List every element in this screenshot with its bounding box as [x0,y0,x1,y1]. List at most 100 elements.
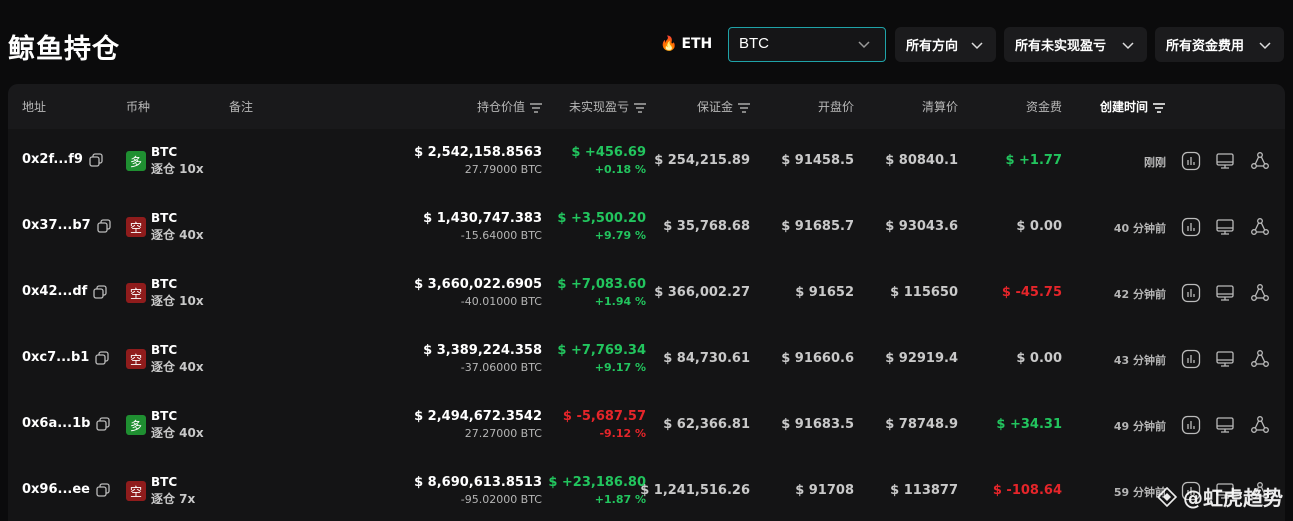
pnl-value: $ +7,769.34 [557,343,646,358]
eth-tab[interactable]: 🔥 ETH [660,36,712,52]
col-margin[interactable]: 保证金 [697,98,750,115]
leverage-text: 逐仓 40x [151,228,204,242]
copy-icon[interactable] [89,152,103,167]
table-row: 0x2f...f9 多 BTC 逐仓 10x $ 2,542,158.8563 27.79… [8,129,1285,195]
leverage-text: 逐仓 40x [151,426,204,440]
created-time: 49 分钟前 [1113,420,1166,433]
margin-value: $ 84,730.61 [663,351,750,366]
table-row: 0x37...b7 空 BTC 逐仓 40x $ 1,430,747.383 -15.64… [8,195,1285,261]
coin-name: BTC [151,211,178,225]
pnl-value: $ -5,687.57 [562,409,646,424]
pnl-value: $ +23,186.80 [548,475,646,490]
copy-icon[interactable] [97,218,111,233]
leverage-text: 逐仓 10x [151,162,204,176]
address-cell[interactable]: 0x2f...f9 [22,152,103,167]
sort-icon [738,102,750,113]
position-value: $ 2,542,158.8563 [414,145,542,160]
address-cell[interactable]: 0x42...df [22,284,107,299]
coin-select[interactable] [728,27,886,62]
funding-filter-label: 所有资金费用 [1166,39,1245,54]
liquidation-price: $ 93043.6 [885,219,958,234]
table-row: 0x6a...1b 多 BTC 逐仓 40x $ 2,494,672.3542 27.27… [8,393,1285,459]
col-created[interactable]: 创建时间 [1100,98,1166,115]
chart-icon[interactable] [1181,151,1201,171]
side-badge: 多 [126,151,146,171]
value-cell: $ 8,690,613.8513 -95.02000 BTC [414,474,542,508]
direction-filter-label: 所有方向 [906,39,959,54]
pnl-cell: $ +3,500.20 +9.79 % [557,210,646,244]
pnl-cell: $ +7,769.34 +9.17 % [557,342,646,376]
col-margin-label: 保证金 [696,100,733,114]
chart-icon[interactable] [1181,415,1201,435]
copy-icon[interactable] [95,350,110,365]
monitor-icon[interactable] [1215,283,1235,303]
monitor-icon[interactable] [1215,151,1235,171]
monitor-icon[interactable] [1215,415,1235,435]
col-note: 备注 [229,100,254,114]
address-cell[interactable]: 0x96...ee [22,482,110,497]
liquidation-price: $ 113877 [890,483,958,498]
col-liq: 清算价 [921,100,958,114]
watermark-text: @虹虎趋势 [1183,486,1283,510]
funding-value: $ 0.00 [1016,219,1062,234]
col-pnl[interactable]: 未实现盈亏 [569,98,646,115]
liquidation-price: $ 115650 [890,285,958,300]
coin-input[interactable] [739,35,849,52]
coin-cell: BTC 逐仓 40x [151,210,204,244]
funding-value: $ -45.75 [1001,285,1062,300]
address-cell[interactable]: 0x6a...1b [22,416,111,431]
copy-icon[interactable] [93,284,107,299]
col-value[interactable]: 持仓价值 [477,98,542,115]
pnl-percent: +0.18 % [594,163,646,176]
pnl-percent: +9.17 % [594,361,646,374]
chart-icon[interactable] [1181,283,1201,303]
chevron-down-icon [971,42,983,50]
top-bar: 鲸鱼持仓 🔥 ETH 所有方向 所有未实现盈亏 所有资金费用 [0,0,1293,84]
leverage-text: 逐仓 40x [151,360,204,374]
side-badge: 空 [126,283,146,303]
copy-icon[interactable] [96,416,111,431]
position-size: -95.02000 BTC [460,493,542,506]
side-badge: 空 [126,217,146,237]
share-icon[interactable] [1250,151,1270,171]
coin-name: BTC [151,277,178,291]
monitor-icon[interactable] [1215,349,1235,369]
position-value: $ 1,430,747.383 [423,211,542,226]
margin-value: $ 62,366.81 [663,417,750,432]
sort-icon [634,102,646,113]
open-price: $ 91652 [795,285,854,300]
col-funding: 资金费 [1025,100,1062,114]
pnl-filter[interactable]: 所有未实现盈亏 [1004,27,1147,62]
pnl-percent: +1.87 % [594,493,646,506]
sort-icon [530,102,542,113]
share-icon[interactable] [1250,283,1270,303]
created-time: 刚刚 [1144,156,1166,169]
share-icon[interactable] [1250,349,1270,369]
pnl-cell: $ +23,186.80 +1.87 % [548,474,646,508]
pnl-filter-label: 所有未实现盈亏 [1015,39,1107,54]
pnl-cell: $ -5,687.57 -9.12 % [563,408,646,442]
table-row: 0x96...ee 空 BTC 逐仓 7x $ 8,690,613.8513 -95.02… [8,459,1285,521]
eth-label: ETH [681,36,713,52]
copy-icon[interactable] [96,482,110,497]
chart-icon[interactable] [1181,349,1201,369]
chevron-down-icon [858,41,870,49]
address-cell[interactable]: 0x37...b7 [22,218,111,233]
monitor-icon[interactable] [1215,217,1235,237]
open-price: $ 91660.6 [781,351,854,366]
funding-value: $ 0.00 [1016,351,1062,366]
page-title: 鲸鱼持仓 [8,34,120,65]
col-created-label: 创建时间 [1100,100,1149,114]
logo-icon [1157,486,1177,507]
chart-icon[interactable] [1181,217,1201,237]
positions-table: 地址 币种 备注 持仓价值 未实现盈亏 保证金 开盘价 清算价 资金费 创建时间… [8,84,1285,521]
share-icon[interactable] [1250,217,1270,237]
address-text: 0x2f...f9 [22,152,83,167]
funding-filter[interactable]: 所有资金费用 [1155,27,1284,62]
share-icon[interactable] [1250,415,1270,435]
direction-filter[interactable]: 所有方向 [895,27,996,62]
open-price: $ 91683.5 [781,417,854,432]
created-time: 42 分钟前 [1113,288,1166,301]
address-cell[interactable]: 0xc7...b1 [22,350,110,365]
position-value: $ 2,494,672.3542 [414,409,542,424]
